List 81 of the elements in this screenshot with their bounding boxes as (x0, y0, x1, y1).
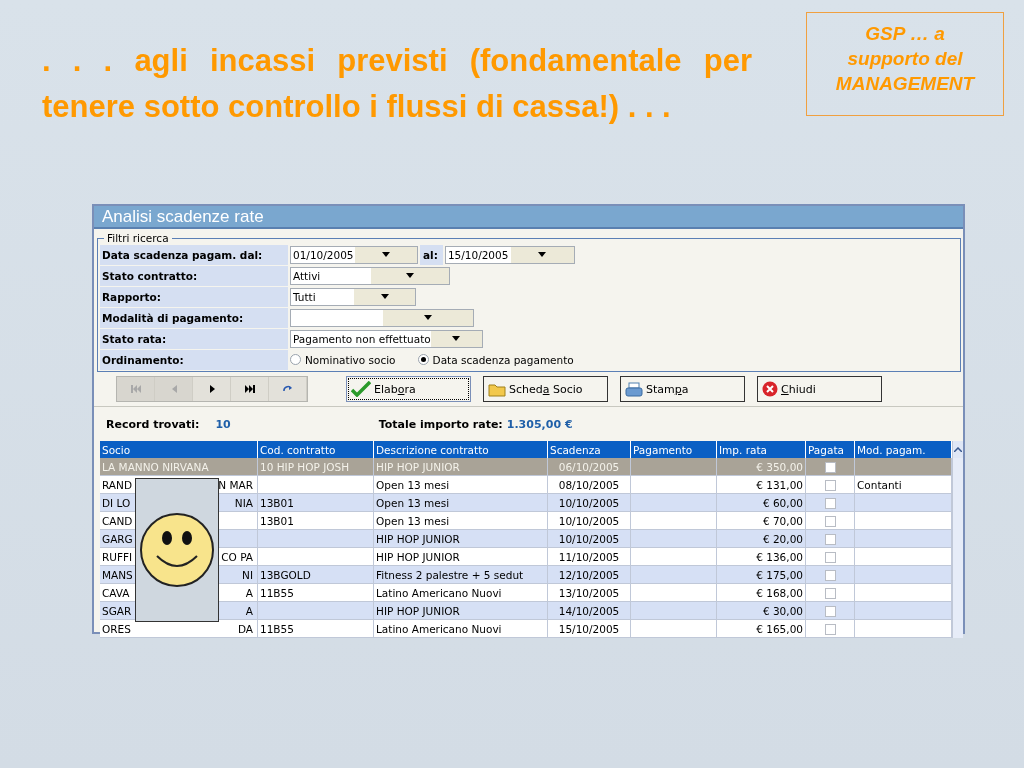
member-name: MANS (102, 568, 133, 581)
checkbox[interactable] (824, 533, 836, 545)
records-label: Record trovati: (106, 417, 200, 431)
checkbox[interactable] (824, 515, 836, 527)
column-header[interactable]: Socio (100, 441, 258, 458)
filter-label: Stato rata: (100, 328, 288, 349)
table-cell: HIP HOP JUNIOR (373, 458, 548, 476)
member-name: LA MANNO NIRVANA (102, 460, 209, 473)
check-icon (351, 381, 371, 397)
table-row[interactable]: ORES DA 11B55 Latino Americano Nuovi 15/10/2005 € 165,00 (100, 619, 952, 638)
total-amount: 1.305,00 € (506, 417, 573, 431)
member-name: NI (242, 568, 253, 581)
column-header[interactable]: Pagata (805, 441, 855, 458)
dropdown-field[interactable]: Pagamento non effettuato (290, 329, 483, 348)
member-name: CAVA (102, 586, 130, 599)
member-name: A (245, 604, 253, 617)
last-record-icon (244, 385, 255, 393)
radio-label: Nominativo socio (305, 353, 396, 366)
member-name: RAND (102, 478, 132, 491)
member-name: RUFFI (102, 550, 133, 563)
dropdown-field[interactable]: Attivi (290, 266, 450, 285)
member-name: SGAR (102, 604, 132, 617)
window-title: Analisi scadenze rate (94, 206, 963, 229)
column-header[interactable]: Mod. pagam. (854, 441, 952, 458)
radio-button[interactable] (290, 354, 301, 365)
filter-label: al: (420, 244, 443, 265)
group-legend: Filtri ricerca (104, 232, 172, 244)
total-label: Totale importo rate: (378, 417, 503, 431)
column-header[interactable]: Cod. contratto (257, 441, 374, 458)
checkbox[interactable] (824, 605, 836, 617)
radio-button[interactable] (417, 354, 429, 365)
date-from-field[interactable]: 01/10/2005 (290, 245, 418, 264)
filter-label: Ordinamento: (100, 349, 288, 370)
member-name: GARG (102, 532, 133, 545)
callout-text: MANAGEMENT (834, 72, 977, 96)
table-cell: 06/10/2005 (547, 458, 631, 476)
member-name: NIA (234, 496, 253, 509)
filter-label: Modalità di pagamento: (100, 307, 288, 328)
member-name: ORES (102, 622, 131, 635)
checkbox[interactable] (824, 479, 836, 491)
folder-icon (488, 381, 506, 397)
member-name: N MAR (218, 478, 253, 491)
table-cell: € 350,00 (716, 458, 806, 476)
checkbox[interactable] (824, 623, 836, 635)
action-button[interactable]: Scheda Socio (483, 376, 608, 402)
printer-icon (625, 381, 643, 397)
slide-heading: . . . agli incassi previsti (fondamentale per tenere sotto controllo i flussi di cassa!) . . . (42, 42, 752, 126)
dropdown-field[interactable] (290, 308, 474, 327)
filter-label: Rapporto: (100, 286, 288, 307)
member-name: DI LO (102, 496, 131, 509)
member-name: CAND (102, 514, 133, 527)
radio-label: Data scadenza pagamento (432, 353, 574, 366)
column-header[interactable]: Imp. rata (716, 441, 806, 458)
member-name: DA (237, 622, 253, 635)
date-to-field[interactable]: 15/10/2005 (444, 245, 575, 264)
filter-label: Stato contratto: (100, 265, 288, 286)
table-row[interactable]: RAND N MAR Open 13 mesi 08/10/2005 € 131,00 Contanti (100, 475, 952, 494)
column-header[interactable]: Scadenza (547, 441, 631, 458)
scrollbar[interactable] (952, 441, 963, 638)
records-count: 10 (215, 417, 231, 431)
action-button[interactable]: Elabora (346, 376, 471, 402)
member-name: A (245, 586, 253, 599)
checkbox[interactable] (824, 569, 836, 581)
table-cell: 10 HIP HOP JOSH (257, 458, 374, 476)
action-button[interactable]: Chiudi (757, 376, 882, 402)
callout-text: supporto del (846, 47, 964, 71)
close-icon (762, 381, 778, 397)
filter-label: Data scadenza pagam. dal: (100, 244, 288, 265)
callout-text: GSP … a (864, 22, 946, 46)
column-header[interactable]: Pagamento (630, 441, 717, 458)
scroll-up-icon[interactable] (954, 447, 962, 452)
checkbox[interactable] (824, 587, 836, 599)
checkbox[interactable] (824, 551, 836, 563)
dropdown-field[interactable]: Tutti (290, 287, 416, 306)
first-record-icon (130, 385, 141, 393)
member-name: CO PA (221, 550, 253, 563)
column-header[interactable]: Descrizione contratto (373, 441, 548, 458)
checkbox[interactable] (824, 461, 836, 473)
refresh-icon (282, 385, 293, 393)
checkbox[interactable] (824, 497, 836, 509)
action-button[interactable]: Stampa (620, 376, 745, 402)
